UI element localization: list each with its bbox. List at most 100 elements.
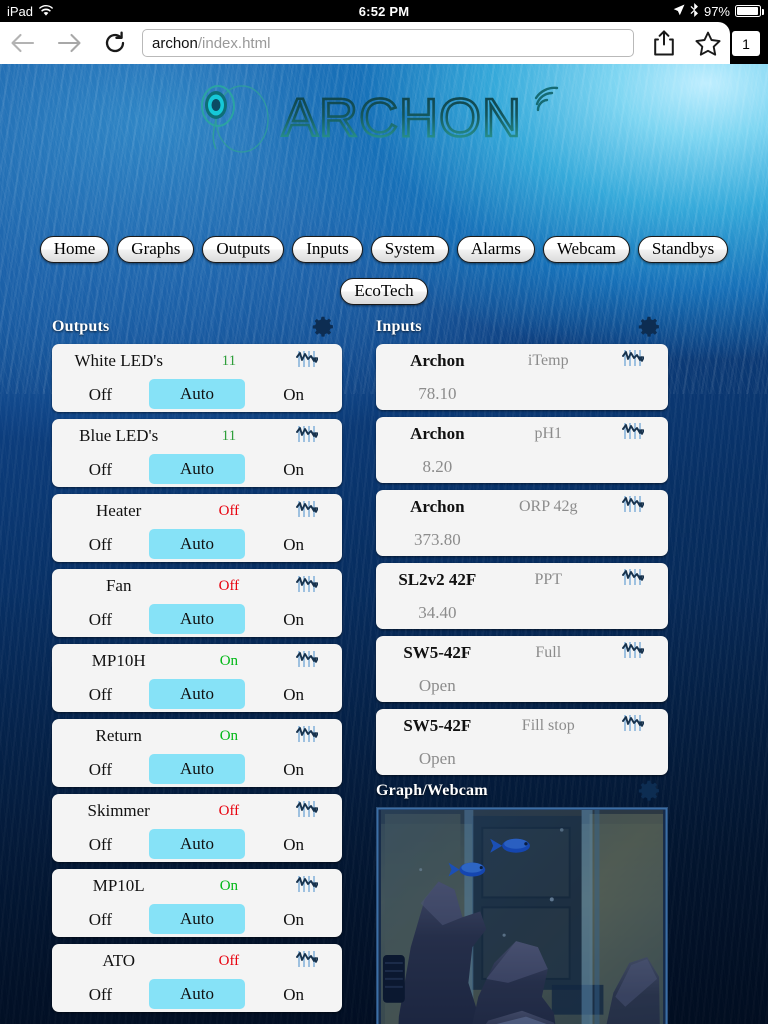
web-page: ARCHON Home Graphs Outputs Inputs System… bbox=[0, 64, 768, 1024]
graph-icon[interactable] bbox=[296, 725, 320, 748]
input-row[interactable]: Archon iTemp 78.10 bbox=[376, 344, 668, 410]
webcam-header: Graph/Webcam bbox=[376, 780, 668, 804]
main-nav-row-2: EcoTech bbox=[0, 278, 768, 306]
graph-icon[interactable] bbox=[621, 495, 645, 518]
input-device: SW5-42F bbox=[403, 642, 472, 662]
mode-off-button[interactable]: Off bbox=[52, 378, 149, 412]
nav-system[interactable]: System bbox=[370, 236, 449, 264]
graph-icon[interactable] bbox=[621, 422, 645, 445]
nav-standbys[interactable]: Standbys bbox=[637, 236, 729, 264]
status-right: 97% bbox=[673, 2, 764, 20]
forward-arrow-icon[interactable] bbox=[46, 22, 92, 64]
gear-icon[interactable] bbox=[638, 780, 660, 802]
back-arrow-icon[interactable] bbox=[0, 22, 46, 64]
output-graph-icon-cell bbox=[272, 725, 342, 748]
url-input[interactable]: archon/index.html bbox=[142, 29, 634, 57]
input-row[interactable]: Archon ORP 42g 373.80 bbox=[376, 490, 668, 556]
output-graph-icon-cell bbox=[272, 875, 342, 898]
reload-icon[interactable] bbox=[92, 22, 138, 64]
nav-ecotech[interactable]: EcoTech bbox=[340, 278, 428, 306]
graph-icon[interactable] bbox=[296, 500, 320, 523]
browser-toolbar: archon/index.html 1 bbox=[0, 22, 768, 64]
output-row[interactable]: Heater Off Off Auto On bbox=[52, 494, 342, 562]
output-graph-icon-cell bbox=[272, 575, 342, 598]
mode-auto-button[interactable]: Auto bbox=[148, 529, 246, 559]
webcam-image[interactable] bbox=[376, 807, 668, 1024]
mode-on-button[interactable]: On bbox=[245, 978, 342, 1012]
mode-on-button[interactable]: On bbox=[245, 528, 342, 562]
input-row-bottom: 8.20 bbox=[376, 450, 668, 483]
mode-off-button[interactable]: Off bbox=[52, 903, 149, 937]
mode-auto-button[interactable]: Auto bbox=[148, 979, 246, 1009]
output-row[interactable]: Fan Off Off Auto On bbox=[52, 569, 342, 637]
output-row[interactable]: Return On Off Auto On bbox=[52, 719, 342, 787]
input-row[interactable]: SW5-42F Full Open bbox=[376, 636, 668, 702]
mode-off-button[interactable]: Off bbox=[52, 978, 149, 1012]
nav-inputs[interactable]: Inputs bbox=[292, 236, 363, 264]
mode-on-button[interactable]: On bbox=[245, 453, 342, 487]
ios-status-bar: iPad 6:52 PM 97% bbox=[0, 0, 768, 22]
graph-icon[interactable] bbox=[296, 350, 320, 373]
nav-webcam[interactable]: Webcam bbox=[542, 236, 630, 264]
output-row[interactable]: Blue LED's 11 Off Auto On bbox=[52, 419, 342, 487]
mode-on-button[interactable]: On bbox=[245, 828, 342, 862]
mode-off-button[interactable]: Off bbox=[52, 453, 149, 487]
mode-off-button[interactable]: Off bbox=[52, 678, 149, 712]
output-row[interactable]: MP10L On Off Auto On bbox=[52, 869, 342, 937]
gear-icon[interactable] bbox=[312, 316, 334, 338]
input-graph-icon-cell bbox=[598, 495, 668, 518]
input-row[interactable]: SW5-42F Fill stop Open bbox=[376, 709, 668, 775]
output-row[interactable]: MP10H On Off Auto On bbox=[52, 644, 342, 712]
graph-icon[interactable] bbox=[621, 568, 645, 591]
output-value: Off bbox=[218, 802, 240, 819]
nav-outputs[interactable]: Outputs bbox=[202, 236, 285, 264]
graph-icon[interactable] bbox=[621, 641, 645, 664]
site-logo[interactable]: ARCHON bbox=[0, 76, 768, 162]
mode-auto-button[interactable]: Auto bbox=[148, 754, 246, 784]
input-row[interactable]: SL2v2 42F PPT 34.40 bbox=[376, 563, 668, 629]
nav-alarms[interactable]: Alarms bbox=[456, 236, 535, 264]
mode-on-button[interactable]: On bbox=[245, 753, 342, 787]
mode-on-button[interactable]: On bbox=[245, 903, 342, 937]
graph-icon[interactable] bbox=[296, 575, 320, 598]
mode-auto-button[interactable]: Auto bbox=[148, 604, 246, 634]
output-row[interactable]: ATO Off Off Auto On bbox=[52, 944, 342, 1012]
mode-auto-button[interactable]: Auto bbox=[148, 454, 246, 484]
mode-on-button[interactable]: On bbox=[245, 378, 342, 412]
outputs-title: Outputs bbox=[52, 318, 110, 335]
mode-auto-button[interactable]: Auto bbox=[148, 679, 246, 709]
input-row-bottom: 78.10 bbox=[376, 377, 668, 410]
graph-icon[interactable] bbox=[296, 650, 320, 673]
mode-off-button[interactable]: Off bbox=[52, 603, 149, 637]
mode-auto-button[interactable]: Auto bbox=[148, 904, 246, 934]
output-row[interactable]: Skimmer Off Off Auto On bbox=[52, 794, 342, 862]
graph-icon[interactable] bbox=[296, 800, 320, 823]
graph-icon[interactable] bbox=[296, 950, 320, 973]
mode-off-button[interactable]: Off bbox=[52, 528, 149, 562]
mode-auto-button[interactable]: Auto bbox=[148, 829, 246, 859]
mode-off-button[interactable]: Off bbox=[52, 753, 149, 787]
star-icon[interactable] bbox=[686, 22, 730, 64]
archon-circle-icon bbox=[190, 79, 282, 159]
tab-count-badge[interactable]: 1 bbox=[732, 31, 760, 56]
output-value: On bbox=[219, 652, 239, 669]
mode-on-button[interactable]: On bbox=[245, 678, 342, 712]
mode-auto-button[interactable]: Auto bbox=[148, 379, 246, 409]
mode-off-button[interactable]: Off bbox=[52, 828, 149, 862]
graph-icon[interactable] bbox=[621, 714, 645, 737]
nav-graphs[interactable]: Graphs bbox=[117, 236, 195, 264]
output-mode-switch: Off Auto On bbox=[52, 528, 342, 562]
mode-on-button[interactable]: On bbox=[245, 603, 342, 637]
input-row[interactable]: Archon pH1 8.20 bbox=[376, 417, 668, 483]
output-value: Off bbox=[218, 577, 240, 594]
graph-icon[interactable] bbox=[296, 425, 320, 448]
output-name: Fan bbox=[105, 576, 132, 595]
output-value: 11 bbox=[221, 352, 237, 369]
output-mode-switch: Off Auto On bbox=[52, 603, 342, 637]
nav-home[interactable]: Home bbox=[39, 236, 110, 264]
graph-icon[interactable] bbox=[621, 349, 645, 372]
gear-icon[interactable] bbox=[638, 316, 660, 338]
output-row[interactable]: White LED's 11 Off Auto On bbox=[52, 344, 342, 412]
graph-icon[interactable] bbox=[296, 875, 320, 898]
share-icon[interactable] bbox=[642, 22, 686, 64]
